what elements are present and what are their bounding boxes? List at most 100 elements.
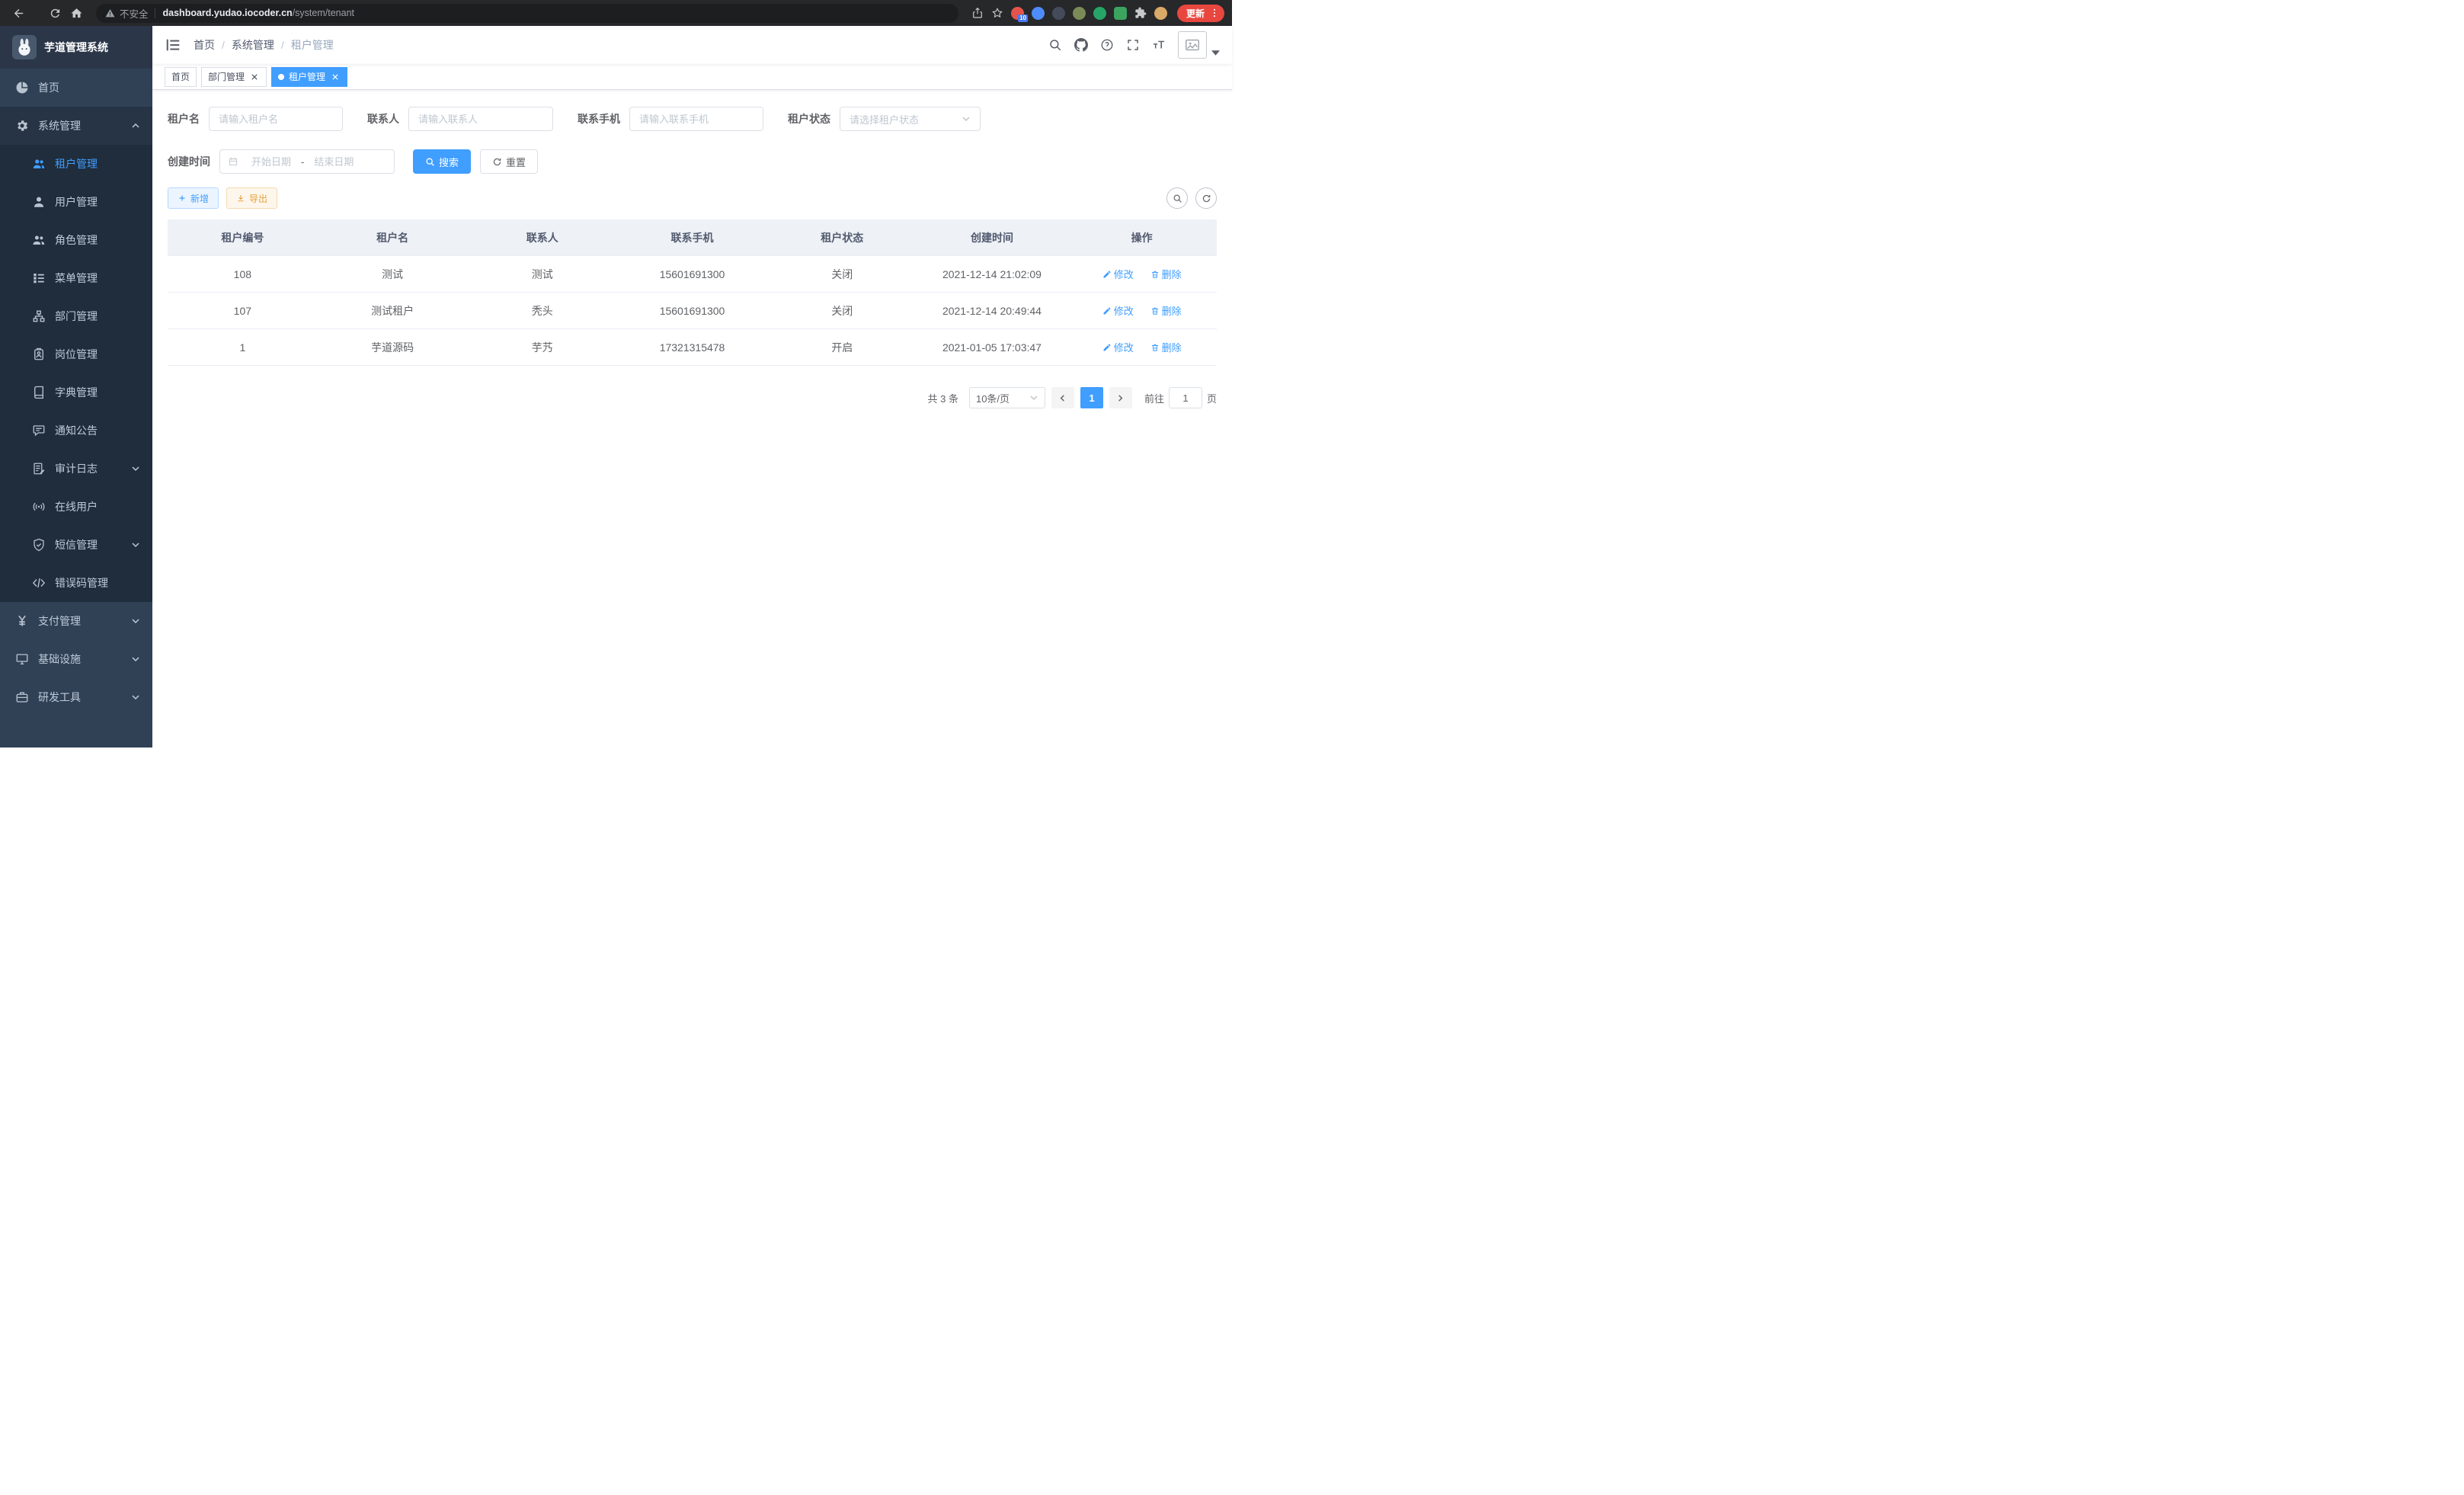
page-size-select[interactable]: 10条/页	[969, 387, 1045, 408]
sidebar-item-online-users[interactable]: 在线用户	[0, 488, 152, 526]
header-search-icon[interactable]	[1042, 32, 1068, 58]
sidebar-item-label: 用户管理	[55, 194, 140, 210]
select-placeholder: 请选择租户状态	[850, 112, 919, 126]
cell-actions: 修改 删除	[1067, 267, 1217, 281]
close-icon[interactable]	[330, 72, 341, 82]
fullscreen-icon[interactable]	[1120, 32, 1146, 58]
cell-tenant-name: 测试	[318, 267, 468, 282]
add-button[interactable]: 新增	[168, 187, 219, 209]
cell-create-time: 2021-12-14 21:02:09	[917, 268, 1067, 280]
help-question-icon[interactable]	[1094, 32, 1120, 58]
sidebar-item-label: 审计日志	[55, 461, 131, 476]
extension-icon-2[interactable]	[1032, 7, 1045, 20]
extensions-puzzle-icon[interactable]	[1131, 3, 1150, 23]
breadcrumb-item-home[interactable]: 首页	[194, 37, 215, 53]
breadcrumb-item-system[interactable]: 系统管理	[232, 37, 274, 53]
create-time-range-picker[interactable]: -	[219, 149, 395, 174]
mobile-label: 联系手机	[578, 111, 620, 126]
toggle-search-button[interactable]	[1166, 187, 1188, 209]
tenant-status-select[interactable]: 请选择租户状态	[840, 107, 981, 131]
dict-book-icon	[32, 386, 46, 399]
page-number-button[interactable]: 1	[1080, 387, 1103, 408]
extension-icon-4[interactable]	[1073, 7, 1086, 20]
sidebar-group-dev-tools[interactable]: 研发工具	[0, 678, 152, 716]
table-row: 107 测试租户 秃头 15601691300 关闭 2021-12-14 20…	[168, 293, 1217, 329]
chevron-down-icon	[131, 655, 140, 664]
search-button[interactable]: 搜索	[413, 149, 471, 174]
avatar-dropdown[interactable]	[1178, 31, 1220, 59]
col-mobile: 联系手机	[617, 230, 767, 245]
page-unit-label: 页	[1207, 391, 1217, 405]
address-bar[interactable]: 不安全 dashboard.yudao.iocoder.cn /system/t…	[96, 4, 958, 23]
pagination-total: 共 3 条	[928, 391, 958, 405]
tags-view: 首页 部门管理 租户管理	[152, 64, 1232, 90]
pay-yen-icon	[15, 614, 29, 628]
prev-page-button[interactable]	[1051, 387, 1074, 408]
browser-refresh-button[interactable]	[44, 2, 66, 24]
extension-icon-1[interactable]: 10	[1011, 7, 1024, 20]
browser-update-button[interactable]: 更新	[1177, 5, 1224, 22]
sidebar-item-label: 支付管理	[38, 613, 131, 629]
refresh-table-button[interactable]	[1195, 187, 1217, 209]
profile-avatar-icon[interactable]	[1154, 7, 1167, 20]
infra-monitor-icon	[15, 652, 29, 666]
sidebar-group-infra[interactable]: 基础设施	[0, 640, 152, 678]
sidebar-toggle-icon[interactable]	[165, 37, 181, 53]
bookmark-star-icon[interactable]	[987, 3, 1007, 23]
delete-link[interactable]: 删除	[1150, 340, 1182, 354]
tag-dept-mgmt[interactable]: 部门管理	[201, 67, 267, 87]
sidebar-item-user-mgmt[interactable]: 用户管理	[0, 183, 152, 221]
sidebar-item-error-code[interactable]: 错误码管理	[0, 564, 152, 602]
cell-tenant-id: 107	[168, 305, 318, 317]
reset-button[interactable]: 重置	[480, 149, 538, 174]
browser-home-button[interactable]	[66, 2, 87, 24]
sidebar-item-role-mgmt[interactable]: 角色管理	[0, 221, 152, 259]
share-icon[interactable]	[968, 3, 987, 23]
font-size-icon[interactable]	[1146, 32, 1172, 58]
add-button-label: 新增	[190, 192, 209, 205]
edit-link[interactable]: 修改	[1102, 267, 1134, 281]
breadcrumb: 首页 / 系统管理 / 租户管理	[194, 37, 334, 53]
github-icon[interactable]	[1068, 32, 1094, 58]
tag-home[interactable]: 首页	[165, 67, 197, 87]
tenant-name-input[interactable]	[209, 107, 343, 131]
sidebar-item-post-mgmt[interactable]: 岗位管理	[0, 335, 152, 373]
sidebar-item-tenant-mgmt[interactable]: 租户管理	[0, 145, 152, 183]
sidebar-item-home[interactable]: 首页	[0, 69, 152, 107]
sidebar-item-label: 首页	[38, 80, 140, 95]
sidebar-item-label: 部门管理	[55, 309, 140, 324]
start-date-input[interactable]	[243, 156, 299, 168]
app-logo-bar[interactable]: 芋道管理系统	[0, 26, 152, 69]
end-date-input[interactable]	[306, 156, 362, 168]
user-icon	[32, 195, 46, 209]
extension-icon-5[interactable]	[1093, 7, 1106, 20]
browser-back-button[interactable]	[8, 2, 29, 24]
sidebar-item-dept-mgmt[interactable]: 部门管理	[0, 297, 152, 335]
tag-tenant-mgmt[interactable]: 租户管理	[271, 67, 347, 87]
mobile-input[interactable]	[629, 107, 763, 131]
sidebar-item-menu-mgmt[interactable]: 菜单管理	[0, 259, 152, 297]
sidebar-item-label: 短信管理	[55, 537, 131, 552]
post-badge-icon	[32, 347, 46, 361]
date-range-separator: -	[301, 156, 304, 168]
edit-link[interactable]: 修改	[1102, 340, 1134, 354]
extension-icon-6[interactable]	[1114, 7, 1127, 20]
col-actions: 操作	[1067, 230, 1217, 245]
sidebar-item-audit-log[interactable]: 审计日志	[0, 450, 152, 488]
delete-link[interactable]: 删除	[1150, 303, 1182, 318]
delete-link[interactable]: 删除	[1150, 267, 1182, 281]
close-icon[interactable]	[249, 72, 260, 82]
export-button[interactable]: 导出	[226, 187, 277, 209]
sidebar-item-dict-mgmt[interactable]: 字典管理	[0, 373, 152, 411]
cell-contact: 测试	[467, 267, 617, 282]
sidebar-item-notice[interactable]: 通知公告	[0, 411, 152, 450]
extension-icon-3[interactable]	[1052, 7, 1065, 20]
sidebar-group-pay[interactable]: 支付管理	[0, 602, 152, 640]
goto-page-input[interactable]	[1169, 387, 1202, 408]
sidebar-item-sms-mgmt[interactable]: 短信管理	[0, 526, 152, 564]
contact-input[interactable]	[408, 107, 553, 131]
sidebar-group-system[interactable]: 系统管理	[0, 107, 152, 145]
edit-link[interactable]: 修改	[1102, 303, 1134, 318]
browser-menu-kebab-icon	[1209, 8, 1220, 18]
next-page-button[interactable]	[1109, 387, 1132, 408]
